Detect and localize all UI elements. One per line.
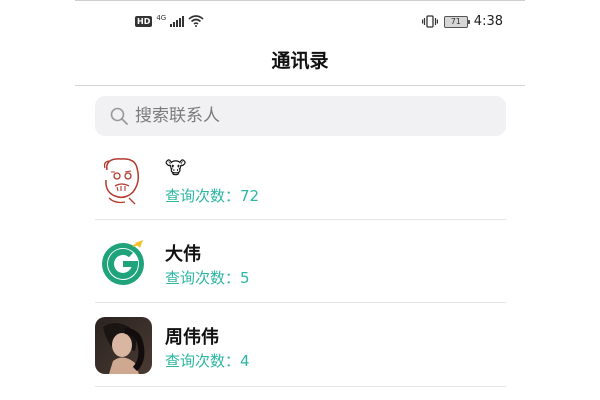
- green-g-logo-icon: [95, 234, 152, 291]
- query-count: 查询次数：4: [165, 350, 250, 371]
- avatar: [95, 152, 152, 209]
- title-divider: [75, 85, 525, 86]
- row-divider: [95, 219, 506, 220]
- contact-item[interactable]: 大伟 查询次数：5: [95, 222, 506, 304]
- top-border: [75, 0, 525, 1]
- doodle-face-icon: [95, 152, 152, 209]
- avatar: [95, 234, 152, 291]
- app-screen: HD 4G 71 4:38 通讯录 搜索联系人 🐮 查询次数：72 大伟 查询次…: [75, 0, 525, 400]
- network-type: 4G: [156, 14, 167, 22]
- avatar: [95, 317, 152, 374]
- contact-name: 🐮: [165, 158, 187, 179]
- signal-icon: [170, 15, 185, 27]
- wifi-icon: [188, 15, 204, 27]
- search-bar[interactable]: [95, 96, 506, 136]
- query-count-label: 查询次数：: [165, 187, 241, 205]
- status-time: 4:38: [473, 14, 503, 29]
- contact-item[interactable]: 🐮 查询次数：72: [95, 140, 506, 222]
- query-count-label: 查询次数：: [165, 269, 241, 287]
- row-divider: [95, 302, 506, 303]
- title-bar: 通讯录: [75, 46, 525, 76]
- page-title: 通讯录: [271, 50, 329, 72]
- query-count-value: 72: [240, 187, 260, 205]
- query-count: 查询次数：5: [165, 267, 250, 288]
- query-count: 查询次数：72: [165, 185, 259, 206]
- vibrate-icon: [421, 15, 438, 28]
- hd-badge: HD: [135, 15, 153, 27]
- search-icon: [110, 107, 128, 125]
- contact-name: 周伟伟: [165, 327, 219, 348]
- search-input[interactable]: [135, 106, 475, 126]
- row-divider: [95, 386, 506, 387]
- photo-avatar-icon: [95, 317, 152, 374]
- query-count-label: 查询次数：: [165, 352, 241, 370]
- query-count-value: 4: [240, 352, 250, 370]
- contact-item[interactable]: 周伟伟 查询次数：4: [95, 305, 506, 387]
- battery-icon: 71: [443, 15, 470, 28]
- status-left: HD 4G: [135, 14, 204, 27]
- contact-name: 大伟: [165, 244, 201, 265]
- status-bar: HD 4G 71 4:38: [75, 8, 525, 36]
- query-count-value: 5: [240, 269, 250, 287]
- status-right: 71 4:38: [421, 14, 503, 29]
